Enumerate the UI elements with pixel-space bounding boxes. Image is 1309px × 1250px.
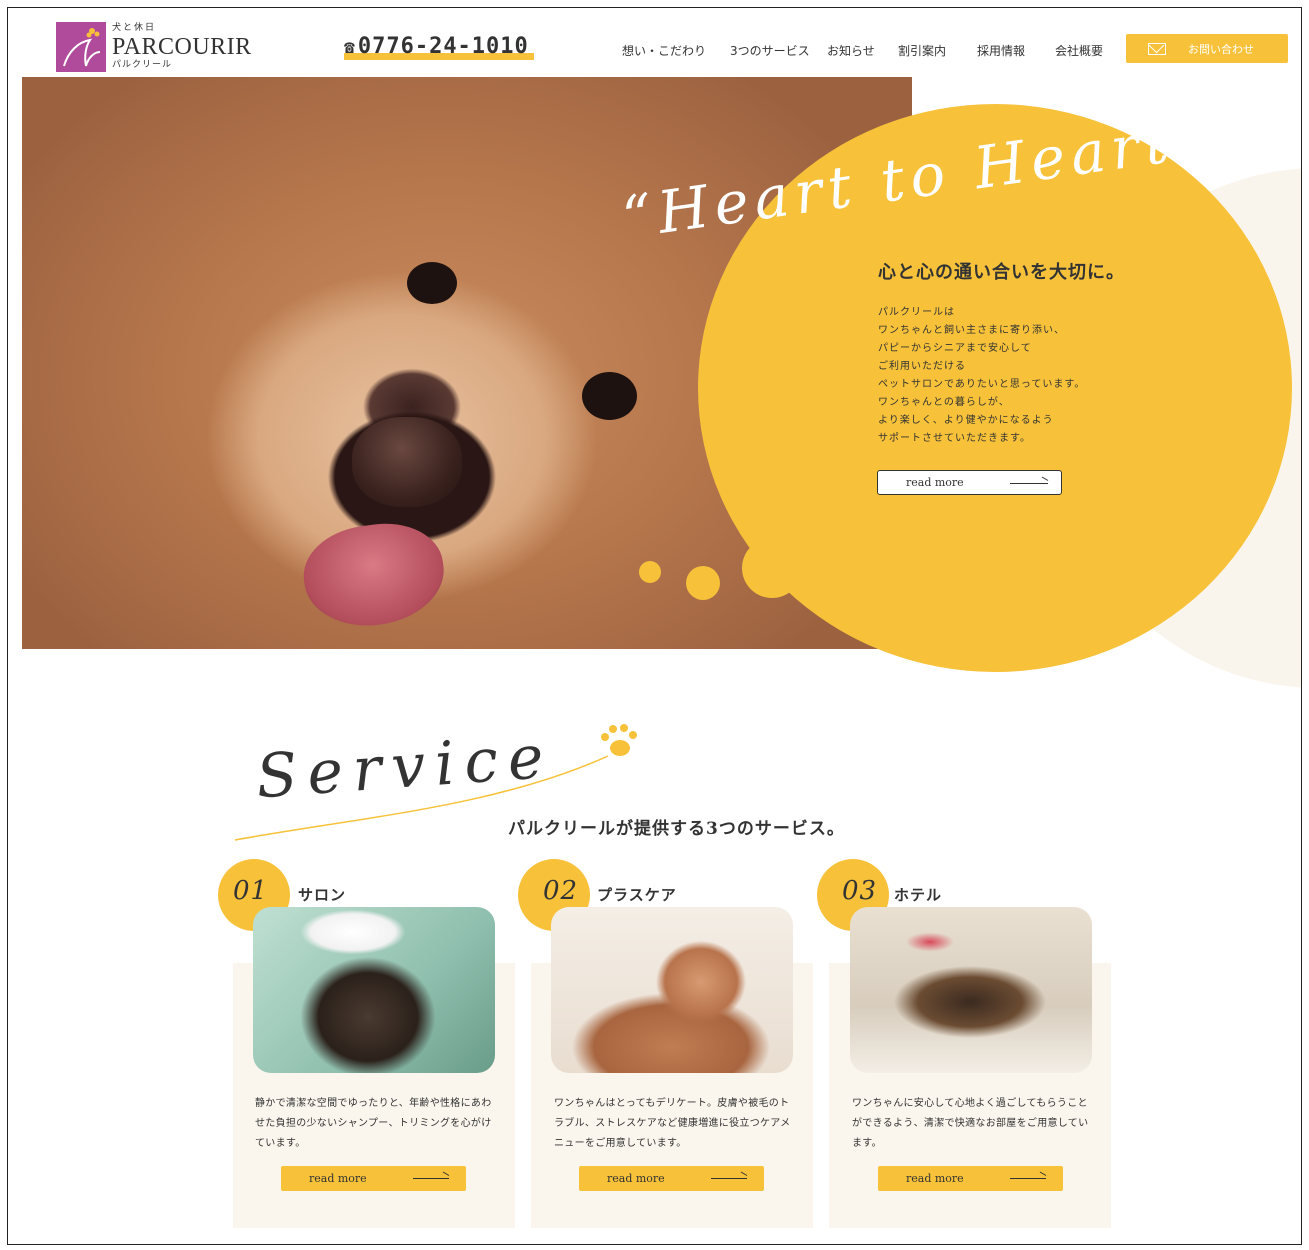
hero-bubble-medium bbox=[686, 566, 720, 600]
hero-body: パルクリールは ワンちゃんと飼い主さまに寄り添い、 パピーからシニアまで安心して… bbox=[878, 307, 1086, 444]
nav-item-discount[interactable]: 割引案内 bbox=[898, 42, 946, 59]
card-read-more-button[interactable]: read more bbox=[878, 1166, 1063, 1191]
card-description: ワンちゃんに安心して心地よく過ごしてもらうことができるよう、清潔で快適なお部屋を… bbox=[852, 1098, 1089, 1149]
card-number: 01 bbox=[233, 876, 269, 906]
card-title: ホテル bbox=[894, 886, 943, 904]
dog-eye-right bbox=[582, 372, 637, 420]
card-description: 静かで清潔な空間でゆったりと、年齢や性格にあわせた負担の少ないシャンプー、トリミ… bbox=[255, 1098, 492, 1149]
card-read-more-button[interactable]: read more bbox=[281, 1166, 466, 1191]
phone-icon: ☎ bbox=[344, 37, 356, 58]
hero-bubble-small bbox=[639, 561, 661, 583]
contact-button-label: お問い合わせ bbox=[1188, 42, 1254, 56]
arrow-right-icon bbox=[413, 1178, 449, 1179]
card-description: ワンちゃんはとってもデリケート。皮膚や被毛のトラブル、ストレスケアなど健康増進に… bbox=[554, 1098, 791, 1149]
nav-item-company[interactable]: 会社概要 bbox=[1055, 42, 1103, 59]
card-title: プラスケア bbox=[597, 886, 677, 904]
logo-kana: パルクリール bbox=[112, 60, 173, 70]
contact-button[interactable]: お問い合わせ bbox=[1126, 34, 1288, 63]
nav-item-services[interactable]: 3つのサービス bbox=[730, 42, 810, 59]
dog-tongue bbox=[297, 515, 451, 635]
hero-read-more-button[interactable]: read more bbox=[877, 470, 1062, 495]
card-read-more-label: read more bbox=[309, 1172, 367, 1185]
logo-name: PARCOURIR bbox=[112, 34, 252, 60]
dog-eye-left bbox=[407, 262, 457, 304]
paw-icon bbox=[601, 724, 637, 756]
card-number: 02 bbox=[543, 876, 579, 906]
card-photo-pluscare bbox=[551, 907, 793, 1073]
hero-bubble-large bbox=[742, 538, 802, 598]
phone-link[interactable]: ☎0776-24-1010 bbox=[344, 34, 529, 59]
arrow-right-icon bbox=[1010, 1178, 1046, 1179]
service-subtitle: パルクリールが提供する3つのサービス。 bbox=[508, 819, 845, 839]
arrow-right-icon bbox=[1010, 483, 1048, 484]
nav-item-news[interactable]: お知らせ bbox=[827, 42, 875, 59]
arrow-right-icon bbox=[711, 1178, 747, 1179]
logo-mark-icon bbox=[56, 22, 106, 72]
card-title: サロン bbox=[298, 886, 347, 904]
page-frame: 犬と休日 PARCOURIR パルクリール ☎0776-24-1010 想い・こ… bbox=[7, 7, 1302, 1245]
dog-nose bbox=[352, 417, 462, 507]
phone-number: 0776-24-1010 bbox=[357, 34, 529, 59]
card-photo-salon bbox=[253, 907, 495, 1073]
mail-icon bbox=[1148, 42, 1166, 55]
hero-read-more-label: read more bbox=[906, 476, 964, 489]
logo-tagline: 犬と休日 bbox=[112, 23, 157, 33]
card-number: 03 bbox=[842, 876, 878, 906]
card-read-more-label: read more bbox=[607, 1172, 665, 1185]
card-photo-hotel bbox=[850, 907, 1092, 1073]
nav-item-philosophy[interactable]: 想い・こだわり bbox=[622, 42, 706, 59]
nav-item-recruit[interactable]: 採用情報 bbox=[977, 42, 1025, 59]
hero-title: 心と心の通い合いを大切に。 bbox=[878, 262, 1125, 283]
card-read-more-label: read more bbox=[906, 1172, 964, 1185]
site-logo[interactable]: 犬と休日 PARCOURIR パルクリール bbox=[56, 22, 252, 72]
card-read-more-button[interactable]: read more bbox=[579, 1166, 764, 1191]
